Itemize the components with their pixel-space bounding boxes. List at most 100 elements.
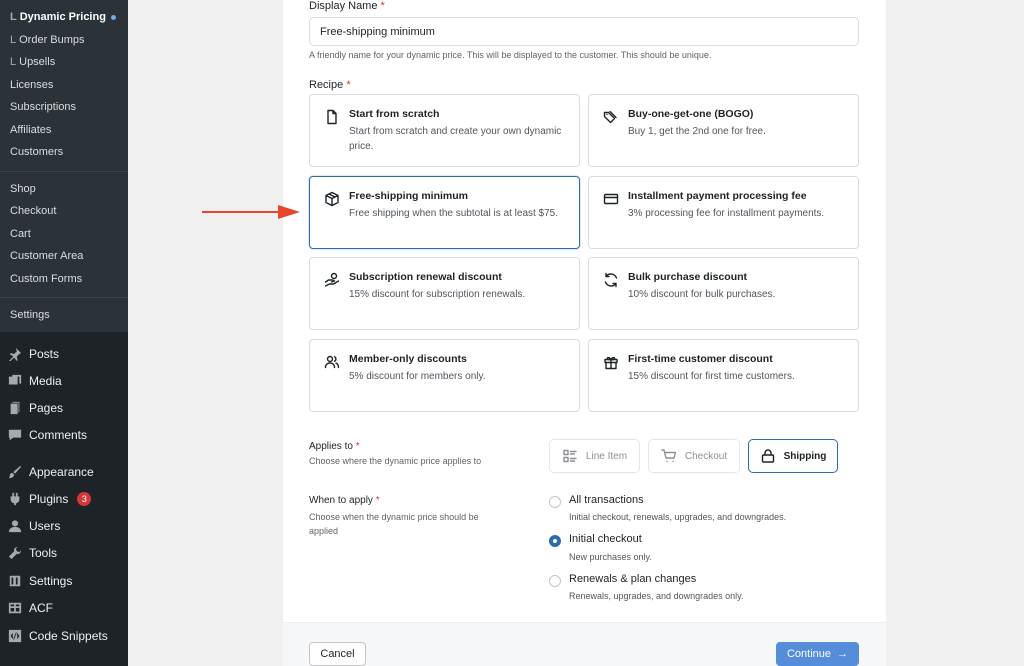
recipe-card-desc: 5% discount for members only.: [349, 371, 486, 382]
recipe-card-bulk-purchase[interactable]: Bulk purchase discount 10% discount for …: [588, 257, 859, 330]
applies-to-label-text: Applies to: [309, 441, 353, 452]
recipe-label-text: Recipe: [309, 79, 344, 91]
radio-desc: Initial checkout, renewals, upgrades, an…: [569, 512, 787, 522]
recipe-card-desc: Buy 1, get the 2nd one for free.: [628, 126, 766, 137]
required-asterisk: *: [380, 0, 385, 12]
sidebar-item-pages[interactable]: Pages: [8, 401, 63, 415]
sidebar-item-subscriptions[interactable]: Subscriptions: [10, 101, 76, 113]
sidebar-item-settings-sub[interactable]: Settings: [10, 309, 50, 321]
sidebar-item-label: Order Bumps: [19, 34, 85, 46]
submenu-indent-icon: L: [10, 56, 17, 68]
continue-button[interactable]: Continue →: [776, 642, 859, 666]
radio-label: Renewals & plan changes: [569, 573, 697, 585]
segment-label: Checkout: [684, 450, 728, 462]
sidebar-item-label: ACF: [29, 601, 53, 615]
sidebar-item-label: Upsells: [19, 56, 56, 68]
required-asterisk: *: [346, 79, 351, 91]
applies-to-checkout[interactable]: Checkout: [648, 439, 740, 473]
sidebar-item-custom-forms[interactable]: Custom Forms: [10, 273, 82, 285]
sidebar-item-order-bumps[interactable]: L Order Bumps: [10, 34, 85, 46]
cancel-button-label: Cancel: [320, 648, 355, 660]
display-name-label-text: Display Name: [309, 0, 378, 12]
sidebar-item-label: Appearance: [29, 465, 94, 479]
tags-icon: [603, 109, 619, 125]
sidebar-item-shop[interactable]: Shop: [10, 183, 36, 195]
recipe-card-title: Installment payment processing fee: [628, 190, 807, 202]
sidebar-item-media[interactable]: Media: [8, 374, 62, 388]
recipe-card-desc: Start from scratch and create your own d…: [349, 126, 562, 152]
recipe-card-bogo[interactable]: Buy-one-get-one (BOGO) Buy 1, get the 2n…: [588, 94, 859, 167]
recipe-card-start-from-scratch[interactable]: Start from scratch Start from scratch an…: [309, 94, 580, 167]
sidebar-item-appearance[interactable]: Appearance: [8, 465, 94, 479]
recipe-card-title: First-time customer discount: [628, 353, 773, 365]
sidebar-item-posts[interactable]: Posts: [8, 347, 59, 361]
recipe-card-subscription-renewal[interactable]: Subscription renewal discount 15% discou…: [309, 257, 580, 330]
sidebar-item-customers[interactable]: Customers: [10, 146, 63, 158]
sidebar-item-checkout[interactable]: Checkout: [10, 205, 56, 217]
sidebar-item-dynamic-pricing[interactable]: L Dynamic Pricing: [10, 11, 116, 23]
pages-icon: [10, 401, 20, 415]
sidebar-item-label: Comments: [29, 428, 88, 442]
recipe-card-desc: Free shipping when the subtotal is at le…: [349, 208, 559, 219]
sidebar-item-upsells[interactable]: L Upsells: [10, 56, 55, 68]
recipe-card-first-time-customer[interactable]: First-time customer discount 15% discoun…: [588, 339, 859, 412]
recipe-label: Recipe *: [309, 79, 351, 91]
code-icon: [8, 629, 22, 643]
submenu-indent-icon: L: [10, 34, 17, 46]
sidebar-item-licenses[interactable]: Licenses: [10, 79, 53, 91]
sidebar-item-acf[interactable]: ACF: [8, 601, 53, 615]
brush-icon: [8, 465, 22, 479]
grid-icon: [8, 602, 22, 614]
radio-desc: New purchases only.: [569, 552, 652, 562]
plugin-icon: [10, 492, 20, 506]
applies-to-line-item[interactable]: Line Item: [549, 439, 640, 473]
admin-sidebar: L Dynamic Pricing L Order Bumps L Upsell…: [0, 0, 128, 666]
gift-icon: [603, 354, 619, 370]
sidebar-item-label: Settings: [29, 574, 73, 588]
sidebar-item-plugins[interactable]: Plugins 3: [8, 492, 92, 506]
sidebar-item-label: Pages: [29, 401, 64, 415]
segment-label: Line Item: [585, 450, 628, 462]
sidebar-item-users[interactable]: Users: [8, 519, 60, 533]
sidebar-item-tools[interactable]: Tools: [8, 546, 57, 560]
radio-desc: Renewals, upgrades, and downgrades only.: [569, 591, 744, 601]
recipe-card-free-shipping-minimum[interactable]: Free-shipping minimum Free shipping when…: [309, 176, 580, 249]
sidebar-item-cart[interactable]: Cart: [10, 228, 31, 240]
recipe-card-desc: 10% discount for bulk purchases.: [628, 289, 776, 300]
sidebar-item-label: Media: [29, 374, 62, 388]
display-name-label: Display Name *: [309, 0, 385, 12]
sidebar-item-settings[interactable]: Settings: [8, 574, 72, 588]
refresh-icon: [603, 272, 619, 288]
applies-to-shipping[interactable]: Shipping: [748, 439, 838, 473]
annotation-arrow-icon: [202, 205, 300, 219]
sidebar-item-label: Plugins: [29, 492, 69, 506]
sidebar-item-affiliates[interactable]: Affiliates: [10, 124, 51, 136]
continue-button-label: Continue: [786, 648, 832, 660]
sidebar-item-label: Users: [29, 519, 61, 533]
radio-renewals-plan-changes[interactable]: [549, 575, 561, 587]
display-name-input[interactable]: Free-shipping minimum: [309, 17, 859, 46]
recipe-card-title: Free-shipping minimum: [349, 190, 469, 202]
hand-coin-icon: [324, 272, 340, 288]
radio-initial-checkout[interactable]: [549, 535, 561, 547]
wrench-icon: [8, 546, 22, 560]
sidebar-item-customer-area[interactable]: Customer Area: [10, 250, 83, 262]
display-name-help: A friendly name for your dynamic price. …: [309, 50, 712, 60]
recipe-card-title: Subscription renewal discount: [349, 271, 502, 283]
display-name-value: Free-shipping minimum: [320, 25, 435, 38]
cancel-button[interactable]: Cancel: [309, 642, 366, 666]
sidebar-item-code-snippets[interactable]: Code Snippets: [8, 629, 108, 643]
box-icon: [324, 191, 340, 207]
user-icon: [8, 520, 22, 533]
sidebar-item-comments[interactable]: Comments: [8, 428, 87, 442]
required-asterisk: *: [355, 441, 360, 452]
recipe-card-installment-fee[interactable]: Installment payment processing fee 3% pr…: [588, 176, 859, 249]
comment-icon: [8, 429, 22, 441]
radio-all-transactions[interactable]: [549, 496, 561, 508]
sidebar-divider: [0, 297, 128, 298]
recipe-card-title: Buy-one-get-one (BOGO): [628, 108, 754, 120]
required-asterisk: *: [375, 495, 380, 506]
sidebar-item-label: Tools: [29, 546, 58, 560]
recipe-card-title: Bulk purchase discount: [628, 271, 748, 283]
recipe-card-member-only[interactable]: Member-only discounts 5% discount for me…: [309, 339, 580, 412]
